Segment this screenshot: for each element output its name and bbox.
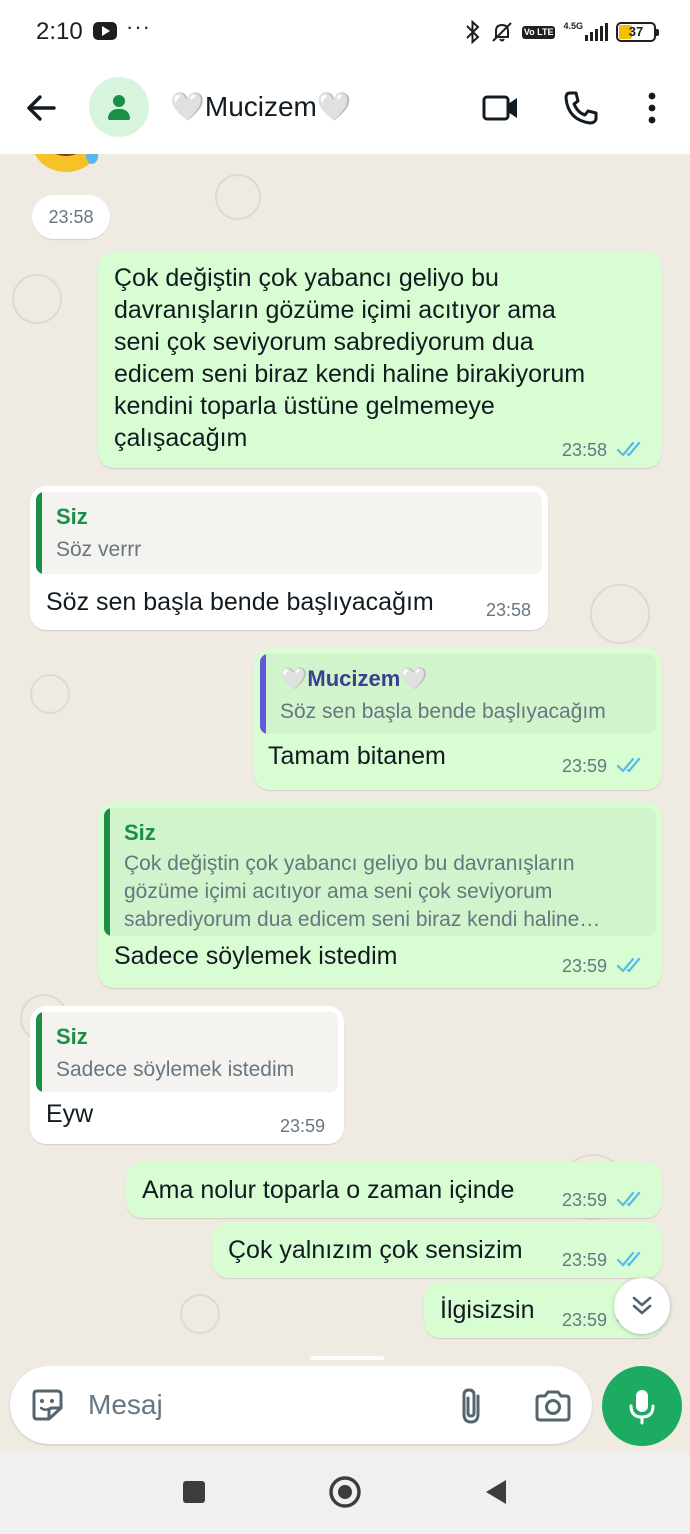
home-circle-icon[interactable] <box>325 1472 365 1512</box>
quote-author: Siz <box>124 820 156 845</box>
bluetooth-icon <box>466 20 480 44</box>
message-text: Ama nolur toparla o zaman içinde <box>142 1176 515 1204</box>
bell-off-icon <box>492 22 512 42</box>
quote-text: Sadece söylemek istedim <box>56 1058 295 1081</box>
read-ticks-icon <box>616 1191 641 1207</box>
message-time: 23:58 <box>562 440 608 460</box>
scroll-indicator <box>310 1356 384 1360</box>
message-text: Çok değiştin çok yabancı geliyo bu davra… <box>114 264 586 452</box>
video-call-icon[interactable] <box>478 86 522 130</box>
mic-button[interactable] <box>602 1366 682 1446</box>
message-bubble-outgoing[interactable]: 🤍Mucizem🤍 Söz sen başla bende başlıyacağ… <box>254 648 662 790</box>
wallpaper-doodle <box>215 174 261 220</box>
message-text: İlgisizsin <box>440 1296 535 1324</box>
message-time: 23:59 <box>562 756 608 776</box>
more-notifications-icon: ··· <box>126 14 151 39</box>
reply-quote[interactable]: 🤍Mucizem🤍 Söz sen başla bende başlıyacağ… <box>260 654 656 734</box>
status-icons: Vo LTE 4.5G 37 <box>464 18 659 46</box>
message-time: 23:59 <box>562 1190 608 1210</box>
status-time: 2:10 <box>36 18 83 45</box>
avatar-icon <box>113 95 125 107</box>
reply-quote[interactable]: Siz Sadece söylemek istedim <box>36 1012 338 1092</box>
back-arrow-icon[interactable] <box>20 86 64 130</box>
avatar[interactable] <box>89 77 149 137</box>
message-time: 23:58 <box>486 600 532 620</box>
message-text: Sadece söylemek istedim <box>114 942 398 970</box>
message-bubble-outgoing[interactable]: Siz Çok değiştin çok yabancı geliyo bu d… <box>98 802 662 988</box>
quote-text: Söz sen başla bende başlıyacağım <box>280 700 606 723</box>
read-ticks-icon <box>616 1251 641 1267</box>
message-text: Tamam bitanem <box>268 742 446 770</box>
message-time: 23:59 <box>562 1310 608 1330</box>
battery-level: 37 <box>628 24 644 39</box>
message-input[interactable] <box>88 1384 428 1426</box>
volte-badge: Vo LTE <box>521 25 556 39</box>
timestamp-chip: 23:58 <box>32 195 110 239</box>
recents-square-icon[interactable] <box>174 1472 214 1512</box>
youtube-icon <box>93 22 117 40</box>
signal-icon <box>585 23 608 41</box>
reply-quote[interactable]: Siz Söz verrr <box>36 492 542 574</box>
laughing-emoji-icon <box>34 154 98 172</box>
quote-author: Siz <box>56 504 88 529</box>
microphone-icon <box>629 1390 655 1425</box>
read-ticks-icon <box>616 757 641 773</box>
reply-quote[interactable]: Siz Çok değiştin çok yabancı geliyo bu d… <box>104 808 656 936</box>
chevron-double-down-icon <box>632 1296 652 1315</box>
message-bubble-outgoing[interactable]: Çok yalnızım çok sensizim 23:59 <box>212 1222 662 1278</box>
message-bubble-outgoing[interactable]: Ama nolur toparla o zaman içinde 23:59 <box>126 1162 662 1218</box>
sticker-icon[interactable] <box>28 1386 66 1424</box>
message-bubble-incoming[interactable]: Siz Söz verrr Söz sen başla bende başlıy… <box>30 486 548 630</box>
message-bubble-outgoing[interactable]: Çok değiştin çok yabancı geliyo bu davra… <box>98 252 662 468</box>
quote-text: Söz verrr <box>56 538 142 561</box>
contact-name[interactable]: 🤍Mucizem🤍 <box>170 90 352 123</box>
read-ticks-icon <box>616 957 641 973</box>
message-bubble-incoming[interactable]: Siz Sadece söylemek istedim Eyw 23:59 <box>30 1006 344 1144</box>
phone-call-icon[interactable] <box>558 86 602 130</box>
chat-area[interactable]: 23:58 Çok değiştin çok yabancı geliyo bu… <box>0 154 690 1364</box>
system-nav-bar <box>0 1452 690 1534</box>
message-text: Söz sen başla bende başlıyacağım <box>46 588 434 616</box>
wallpaper-doodle <box>30 674 70 714</box>
more-vert-icon[interactable] <box>630 86 674 130</box>
battery-icon: 37 <box>616 22 659 42</box>
message-time: 23:59 <box>280 1116 326 1136</box>
chat-header: 🤍Mucizem🤍 <box>0 64 690 154</box>
message-composer <box>10 1366 592 1444</box>
read-ticks-icon <box>616 441 641 457</box>
wallpaper-doodle <box>590 584 650 644</box>
message-time: 23:59 <box>562 956 608 976</box>
back-triangle-icon[interactable] <box>476 1472 516 1512</box>
quote-author: Siz <box>56 1024 88 1049</box>
camera-icon[interactable] <box>532 1386 574 1426</box>
message-text: Eyw <box>46 1100 94 1128</box>
scroll-to-bottom-button[interactable] <box>614 1278 670 1334</box>
network-type: 4.5G <box>563 21 583 31</box>
paperclip-icon[interactable] <box>454 1386 490 1426</box>
wallpaper-doodle <box>12 274 62 324</box>
status-bar: 2:10 ··· Vo LTE 4.5G 37 <box>0 0 690 64</box>
quote-author: 🤍Mucizem🤍 <box>280 666 428 691</box>
message-time: 23:59 <box>562 1250 608 1270</box>
wallpaper-doodle <box>180 1294 220 1334</box>
message-text: Çok yalnızım çok sensizim <box>228 1236 523 1264</box>
quote-text: Çok değiştin çok yabancı geliyo bu davra… <box>124 852 580 931</box>
